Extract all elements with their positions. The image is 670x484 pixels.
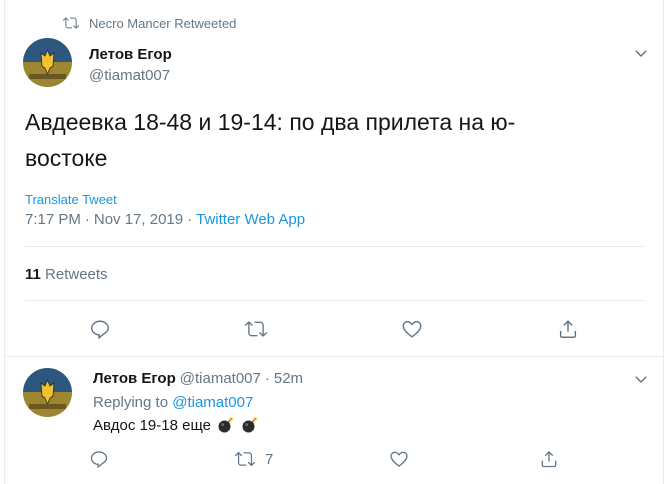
tweet-date[interactable]: Nov 17, 2019 (94, 211, 183, 228)
tweet-time[interactable]: 7:17 PM (25, 211, 81, 228)
reply-share-button[interactable] (539, 449, 559, 469)
reply-icon (91, 320, 109, 340)
timeline-frame: Necro Mancer Retweeted Летов Егор @tiama… (4, 0, 665, 484)
retweet-label: Retweets (45, 266, 108, 283)
translate-tweet-link[interactable]: Translate Tweet (25, 192, 117, 207)
reply-retweet-button[interactable]: 7 (235, 449, 273, 469)
replying-to-link[interactable]: @tiamat007 (172, 394, 253, 411)
chevron-down-icon[interactable] (632, 44, 650, 62)
retweet-context[interactable]: Necro Mancer Retweeted (63, 15, 236, 31)
meta-separator: · (187, 211, 193, 228)
reply-separator: · (264, 370, 270, 387)
retweet-stats[interactable]: 11 Retweets (25, 266, 108, 283)
chevron-down-icon[interactable] (632, 370, 650, 388)
retweet-count: 11 (25, 266, 41, 283)
reply-icon (90, 451, 108, 469)
share-button[interactable] (557, 318, 579, 340)
heart-icon (390, 451, 408, 467)
reply-like-button[interactable] (389, 449, 409, 469)
client-link[interactable]: Twitter Web App (196, 211, 305, 228)
avatar[interactable] (23, 38, 72, 87)
replying-to: Replying to @tiamat007 (93, 394, 253, 411)
avatar-image (23, 368, 72, 417)
reply-avatar[interactable] (23, 368, 72, 417)
reply-reply-button[interactable] (89, 449, 109, 469)
share-icon (559, 320, 577, 338)
retweet-icon (235, 451, 255, 467)
reply-author-handle[interactable]: @tiamat007 (180, 370, 261, 387)
heart-icon (402, 320, 422, 338)
reply-text: Авдос 19-18 еще (93, 416, 211, 434)
avatar-image (23, 38, 72, 87)
reply-button[interactable] (89, 318, 111, 340)
retweet-button[interactable] (244, 318, 267, 340)
retweet-icon (63, 17, 79, 29)
reply-retweet-count: 7 (265, 450, 274, 468)
divider (25, 300, 645, 301)
meta-separator: · (84, 211, 90, 228)
bomb-icon (242, 417, 257, 433)
share-icon (541, 450, 557, 468)
reply-author-name[interactable]: Летов Егор (93, 370, 176, 387)
divider (25, 246, 645, 247)
author-handle[interactable]: @tiamat007 (89, 67, 170, 84)
retweet-icon (244, 321, 267, 337)
reply-text-row: Авдос 19-18 еще (93, 416, 259, 434)
reply-header: Летов Егор @tiamat007 · 52m (93, 370, 303, 387)
tweet-meta: 7:17 PM · Nov 17, 2019 · Twitter Web App (25, 211, 305, 228)
retweet-context-label: Necro Mancer Retweeted (89, 15, 237, 31)
bomb-icon (218, 417, 233, 433)
author-name[interactable]: Летов Егор (89, 46, 172, 63)
tweet-text: Авдеевка 18-48 и 19-14: по два прилета н… (25, 109, 516, 171)
replying-prefix: Replying to (93, 394, 169, 411)
reply-age[interactable]: 52m (274, 370, 303, 387)
divider (5, 356, 665, 357)
like-button[interactable] (401, 318, 423, 340)
